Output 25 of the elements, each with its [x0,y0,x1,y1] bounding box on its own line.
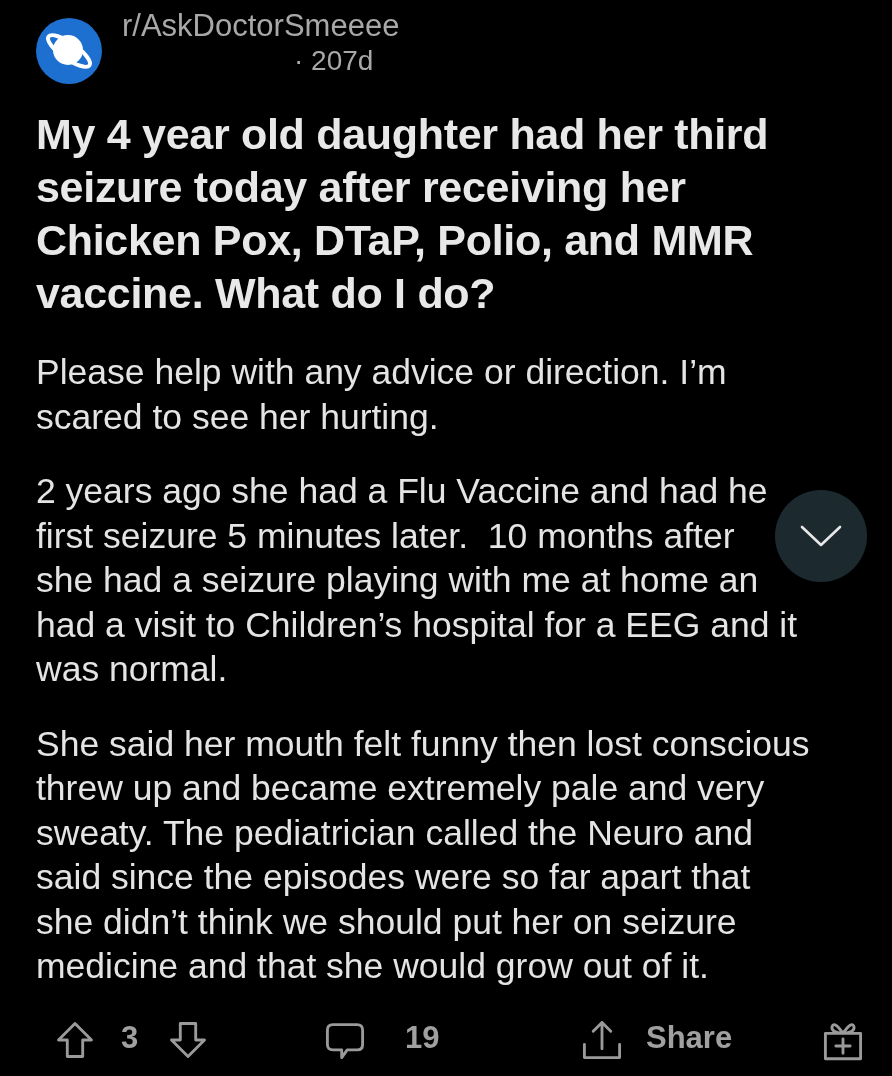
body-text-line: She said her mouth felt funny then lost conscious [36,722,810,766]
body-text-line: threw up and became extremely pale and very [36,767,765,810]
subreddit-name[interactable]: r/AskDoctorSmeeee [122,8,400,44]
body-text-line: medicine and that she would grow out of it. [36,945,709,988]
vote-count: 3 [121,1020,139,1056]
post-title-line: vaccine. What do I do? [36,268,496,319]
post-age: · 207d [293,44,375,78]
body-text-line: had a visit to Children’s hospital for a EEG and it [36,603,798,647]
body-text-line: 2 years ago she had a Flu Vaccine and had he [36,470,768,513]
body-text-line: she had a seizure playing with me at home an [36,559,759,602]
comment-count: 19 [405,1020,440,1056]
body-text-line: she didn’t think we should put her on seizure [36,900,737,944]
body-text-line: scared to see her hurting. [36,395,439,439]
post-title-line: seizure today after receiving her [36,162,686,213]
body-text-line: sweaty. The pediatrician called the Neuro and [36,811,753,855]
post-title-line: My 4 year old daughter had her third [36,109,769,160]
share-icon[interactable] [580,1018,624,1062]
share-button[interactable]: Share [646,1020,733,1056]
subreddit-avatar-icon[interactable] [36,18,102,84]
body-text-line: said since the episodes were so far apart that [36,856,751,899]
post-title-line: Chicken Pox, DTaP, Polio, and MMR [36,215,754,266]
body-text-line: first seizure 5 minutes later. 10 months after [36,514,735,558]
body-text-line: Please help with any advice or direction. I’m [36,351,727,394]
body-text-line: was normal. [36,648,228,691]
chevron-down-icon [799,523,843,549]
